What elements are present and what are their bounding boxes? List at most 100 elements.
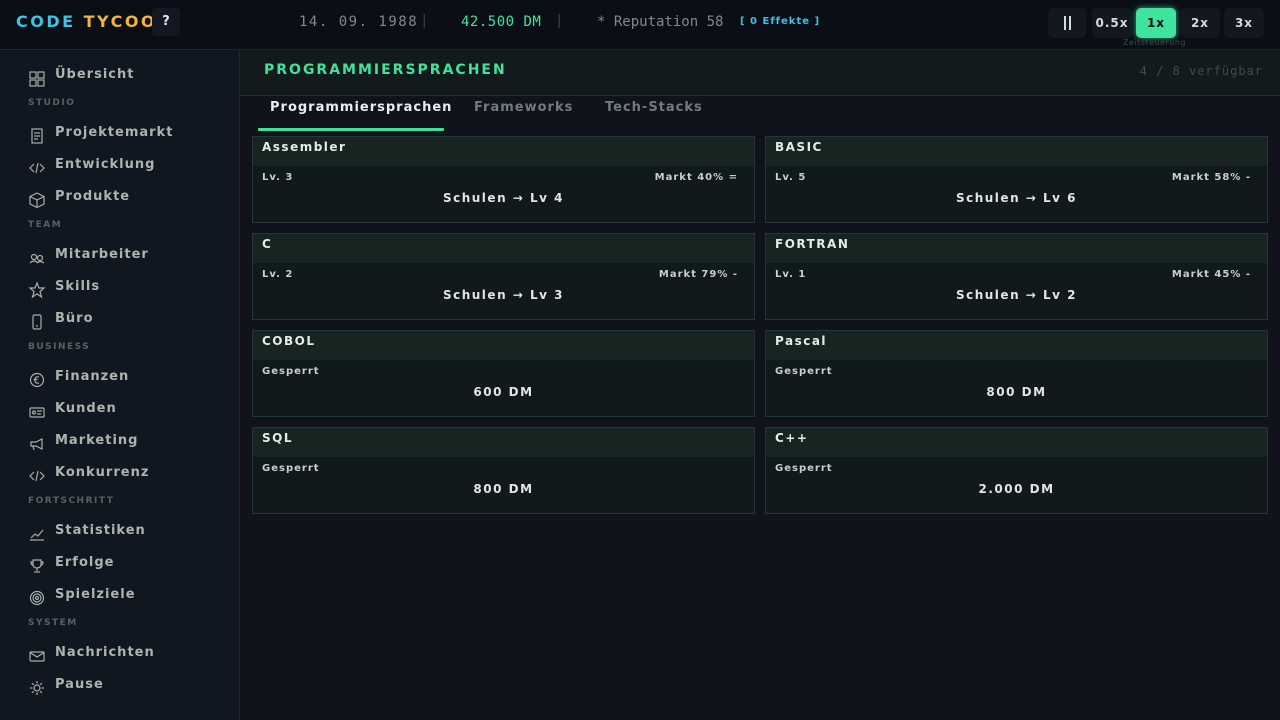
coin-icon: [29, 372, 45, 388]
section-heading-team: TEAM: [28, 220, 63, 230]
page-header: PROGRAMMIERSPRACHEN 4 / 8 verfügbar: [240, 50, 1280, 96]
sidebar-item-skills[interactable]: Skills: [28, 277, 228, 301]
sidebar-item-spielziele[interactable]: Spielziele: [28, 585, 228, 609]
locked-status: Gesperrt: [262, 463, 320, 474]
unlock-button[interactable]: 800 DM: [253, 482, 754, 496]
sidebar-item-label: Projektemarkt: [55, 125, 174, 140]
sidebar-item-label: Skills: [55, 279, 101, 294]
pause-icon: [1069, 16, 1071, 30]
sidebar-item-nachrichten[interactable]: Nachrichten: [28, 643, 228, 667]
speed-0-5x-button[interactable]: 0.5x: [1092, 8, 1132, 38]
top-bar: CODE TYCOON ? 14. 09. 1988 | 42.500 DM |…: [0, 0, 1280, 50]
section-heading-system: SYSTEM: [28, 618, 78, 628]
sidebar-item-label: Mitarbeiter: [55, 247, 149, 262]
id-card-icon: [29, 407, 45, 418]
active-tab-indicator: [258, 128, 444, 131]
sidebar-item-konkurrenz[interactable]: Konkurrenz: [28, 463, 228, 487]
train-button[interactable]: Schulen → Lv 2: [766, 288, 1267, 302]
code-icon: [29, 470, 45, 482]
speed-1x-button[interactable]: 1x: [1136, 8, 1176, 38]
language-name: C: [262, 237, 273, 251]
reputation-display: * Reputation 58: [597, 14, 724, 30]
sidebar-item-entwicklung[interactable]: Entwicklung: [28, 155, 228, 179]
card-header: [253, 234, 754, 263]
sidebar-item-pause[interactable]: Pause: [28, 675, 228, 699]
locked-status: Gesperrt: [775, 366, 833, 377]
tab-programmiersprachen[interactable]: Programmiersprachen: [270, 100, 452, 130]
help-button[interactable]: ?: [152, 8, 180, 36]
section-heading-business: BUSINESS: [28, 342, 91, 352]
market-share: Markt 40% =: [654, 172, 738, 183]
sidebar-item-uebersicht[interactable]: Übersicht: [28, 65, 228, 89]
train-button[interactable]: Schulen → Lv 3: [253, 288, 754, 302]
sidebar-item-label: Übersicht: [55, 67, 135, 82]
market-share: Markt 45% -: [1171, 269, 1251, 280]
unlock-button[interactable]: 800 DM: [766, 385, 1267, 399]
sidebar-item-label: Statistiken: [55, 523, 146, 538]
money-display: 42.500 DM: [461, 14, 542, 30]
pause-button[interactable]: [1048, 8, 1086, 38]
language-level: Lv. 2: [262, 269, 294, 280]
language-level: Lv. 5: [775, 172, 807, 183]
language-level: Lv. 3: [262, 172, 294, 183]
chart-icon: [30, 529, 44, 541]
pause-icon: [1064, 16, 1066, 30]
unlock-button[interactable]: 2.000 DM: [766, 482, 1267, 496]
locked-status: Gesperrt: [262, 366, 320, 377]
language-card-c: C Lv. 2 Markt 79% - Schulen → Lv 3: [252, 233, 755, 320]
effects-badge[interactable]: [ 0 Effekte ]: [740, 16, 820, 27]
sidebar-item-buero[interactable]: Büro: [28, 309, 228, 333]
sidebar-item-label: Büro: [55, 311, 94, 326]
card-header: [253, 428, 754, 457]
sidebar-item-produkte[interactable]: Produkte: [28, 187, 228, 211]
language-card-pascal: Pascal Gesperrt 800 DM: [765, 330, 1268, 417]
game-logo: CODE TYCOON: [16, 12, 173, 31]
divider: |: [555, 13, 564, 29]
sidebar-item-projektemarkt[interactable]: Projektemarkt: [28, 123, 228, 147]
speed-caption: Zeitsteuerung: [1123, 38, 1186, 47]
card-header: [766, 428, 1267, 457]
unlock-button[interactable]: 600 DM: [253, 385, 754, 399]
language-card-cobol: COBOL Gesperrt 600 DM: [252, 330, 755, 417]
megaphone-icon: [30, 438, 43, 451]
speed-3x-button[interactable]: 3x: [1224, 8, 1264, 38]
language-level: Lv. 1: [775, 269, 807, 280]
sidebar-item-label: Erfolge: [55, 555, 115, 570]
box-icon: [29, 192, 45, 209]
sidebar-item-erfolge[interactable]: Erfolge: [28, 553, 228, 577]
language-name: BASIC: [775, 140, 823, 154]
trophy-icon: [30, 559, 44, 573]
sidebar-item-label: Spielziele: [55, 587, 136, 602]
train-button[interactable]: Schulen → Lv 4: [253, 191, 754, 205]
logo-code: CODE: [16, 12, 76, 31]
sidebar-item-mitarbeiter[interactable]: Mitarbeiter: [28, 245, 228, 269]
sidebar-item-label: Nachrichten: [55, 645, 155, 660]
language-card-assembler: Assembler Lv. 3 Markt 40% = Schulen → Lv…: [252, 136, 755, 223]
locked-status: Gesperrt: [775, 463, 833, 474]
market-share: Markt 79% -: [658, 269, 738, 280]
sidebar-item-finanzen[interactable]: Finanzen: [28, 367, 228, 391]
grid-icon: [29, 71, 45, 87]
language-card-fortran: FORTRAN Lv. 1 Markt 45% - Schulen → Lv 2: [765, 233, 1268, 320]
language-name: COBOL: [262, 334, 316, 348]
card-header: [766, 137, 1267, 166]
speed-2x-button[interactable]: 2x: [1180, 8, 1220, 38]
tab-frameworks[interactable]: Frameworks: [474, 100, 573, 130]
gear-icon: [30, 681, 44, 695]
language-name: FORTRAN: [775, 237, 850, 251]
language-card-cpp: C++ Gesperrt 2.000 DM: [765, 427, 1268, 514]
sidebar-item-marketing[interactable]: Marketing: [28, 431, 228, 455]
mail-icon: [29, 651, 45, 662]
sidebar: Übersicht STUDIO Projektemarkt Entwicklu…: [0, 50, 240, 720]
sidebar-item-label: Produkte: [55, 189, 131, 204]
card-header: [766, 331, 1267, 360]
sidebar-item-statistiken[interactable]: Statistiken: [28, 521, 228, 545]
language-name: C++: [775, 431, 809, 445]
target-icon: [29, 590, 45, 606]
sidebar-item-kunden[interactable]: Kunden: [28, 399, 228, 423]
people-icon: [29, 253, 45, 264]
sidebar-item-label: Konkurrenz: [55, 465, 150, 480]
train-button[interactable]: Schulen → Lv 6: [766, 191, 1267, 205]
star-icon: [28, 281, 46, 299]
tab-tech-stacks[interactable]: Tech-Stacks: [605, 100, 703, 130]
